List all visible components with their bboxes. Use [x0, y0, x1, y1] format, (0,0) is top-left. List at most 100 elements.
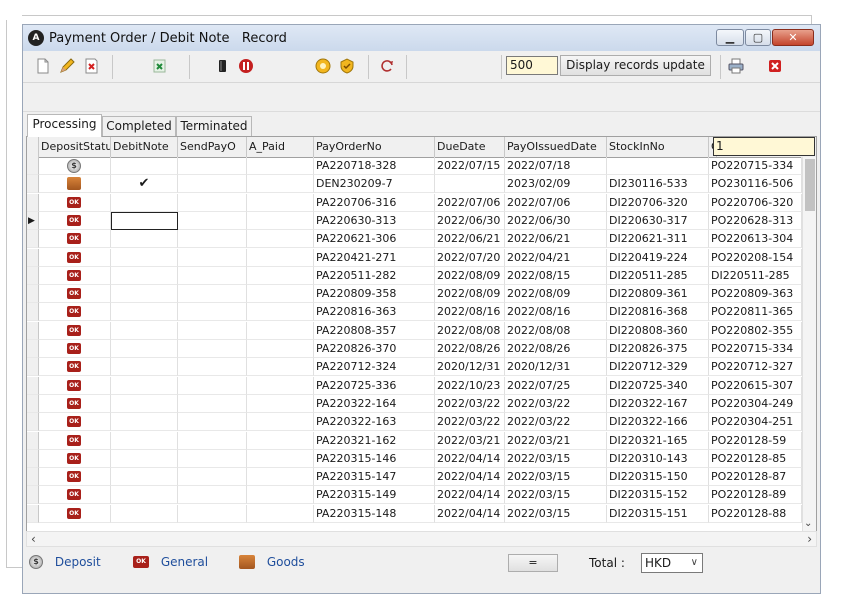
table-row[interactable]: OK PA220321-162 2022/03/21 2022/03/21 DI2203…	[27, 431, 802, 450]
issued-date-cell: 2022/07/18	[505, 157, 607, 175]
table-row[interactable]: OK PA220725-336 2022/10/23 2022/07/25 DI2207…	[27, 376, 802, 395]
table-row[interactable]: OK PA220315-147 2022/04/14 2022/03/15 DI2203…	[27, 468, 802, 487]
record-count-input[interactable]: 500	[506, 56, 558, 75]
background-window-edge	[22, 15, 812, 16]
vertical-scrollbar[interactable]: ⌄	[802, 157, 816, 531]
row-header[interactable]	[27, 248, 39, 267]
column-header[interactable]: SendPayO	[178, 137, 247, 157]
row-header[interactable]	[27, 358, 39, 377]
table-row[interactable]: OK PA220809-358 2022/08/09 2022/08/09 DI2208…	[27, 285, 802, 304]
due-date-cell: 2022/04/14	[435, 504, 505, 523]
c-cell: PO220615-307	[709, 376, 802, 395]
print-icon[interactable]	[728, 58, 744, 74]
stock-in-no-cell: DI220809-361	[607, 285, 709, 304]
deposit-status-cell: OK	[39, 230, 111, 249]
refresh-icon[interactable]	[379, 58, 395, 74]
edit-pencil-icon[interactable]	[59, 58, 75, 74]
table-row[interactable]: OK PA220421-271 2022/07/20 2022/04/21 DI2204…	[27, 248, 802, 267]
row-header[interactable]	[27, 157, 39, 175]
table-row[interactable]: ▶ OK PA220630-313 2022/06/30 2022/06/30 DI220…	[27, 211, 802, 230]
row-header[interactable]	[27, 504, 39, 523]
scroll-down-icon[interactable]: ⌄	[804, 518, 812, 529]
search-icon[interactable]	[315, 58, 331, 74]
row-header[interactable]	[27, 266, 39, 285]
table-row[interactable]: OK PA220511-282 2022/08/09 2022/08/15 DI2205…	[27, 266, 802, 285]
row-header[interactable]	[27, 193, 39, 212]
a-paid-cell	[247, 468, 314, 487]
maximize-button[interactable]: ▢	[745, 29, 771, 46]
table-row[interactable]: OK PA220706-316 2022/07/06 2022/07/06 DI2207…	[27, 193, 802, 212]
a-paid-cell	[247, 211, 314, 230]
c-cell: PO220802-355	[709, 321, 802, 340]
column-header[interactable]: DebitNote	[111, 137, 178, 157]
equals-button[interactable]: =	[508, 554, 558, 572]
horizontal-scrollbar[interactable]: ‹ ›	[26, 531, 817, 547]
approve-icon[interactable]	[339, 58, 355, 74]
row-header[interactable]	[27, 468, 39, 487]
title-bar[interactable]: A Payment Order / Debit Note Record ▁ ▢ …	[23, 25, 820, 51]
issued-date-cell: 2022/03/21	[505, 431, 607, 450]
column-header[interactable]: DepositStatus	[39, 137, 111, 157]
row-header[interactable]	[27, 175, 39, 194]
delete-record-icon[interactable]	[83, 58, 99, 74]
debit-note-cell	[111, 321, 178, 340]
row-header[interactable]	[27, 431, 39, 450]
row-header[interactable]	[27, 285, 39, 304]
due-date-cell: 2022/03/21	[435, 431, 505, 450]
close-red-icon[interactable]	[767, 58, 783, 74]
vertical-scroll-thumb[interactable]	[805, 159, 815, 211]
column-header[interactable]: A_Paid	[247, 137, 314, 157]
tab-processing[interactable]: Processing	[27, 114, 102, 137]
debit-note-cell: ✔	[111, 175, 178, 194]
goods-box-icon	[239, 554, 255, 569]
scroll-right-icon[interactable]: ›	[807, 532, 812, 546]
export-excel-icon[interactable]	[151, 58, 167, 74]
tab-terminated[interactable]: Terminated	[176, 116, 252, 136]
table-row[interactable]: $ PA220718-328 2022/07/15 2022/07/18 PO22071…	[27, 157, 802, 175]
table-row[interactable]: OK PA220712-324 2020/12/31 2020/12/31 DI2207…	[27, 358, 802, 377]
currency-select[interactable]: HKD ∨	[641, 553, 703, 573]
row-header[interactable]	[27, 230, 39, 249]
table-row[interactable]: OK PA220315-148 2022/04/14 2022/03/15 DI2203…	[27, 504, 802, 523]
filter-edit-cell[interactable]: 1	[713, 137, 815, 156]
a-paid-cell	[247, 449, 314, 468]
table-row[interactable]: OK PA220621-306 2022/06/21 2022/06/21 DI2206…	[27, 230, 802, 249]
new-document-icon[interactable]	[35, 58, 51, 74]
row-header[interactable]	[27, 449, 39, 468]
scroll-left-icon[interactable]: ‹	[31, 532, 36, 546]
table-row[interactable]: OK PA220826-370 2022/08/26 2022/08/26 DI2208…	[27, 340, 802, 358]
column-header[interactable]: StockInNo	[607, 137, 709, 157]
table-row[interactable]: ✔ DEN230209-7 2023/02/09 DI230116-533 PO2301…	[27, 175, 802, 194]
row-header[interactable]: ▶	[27, 211, 39, 230]
stock-in-no-cell: DI220419-224	[607, 248, 709, 267]
close-window-button[interactable]: ✕	[772, 29, 814, 46]
due-date-cell: 2020/12/31	[435, 358, 505, 377]
table-row[interactable]: OK PA220315-149 2022/04/14 2022/03/15 DI2203…	[27, 486, 802, 505]
table-row[interactable]: OK PA220322-163 2022/03/22 2022/03/22 DI2203…	[27, 413, 802, 432]
table-row[interactable]: OK PA220322-164 2022/03/22 2022/03/22 DI2203…	[27, 394, 802, 413]
column-header[interactable]: PayOrderNo	[314, 137, 435, 157]
stock-in-no-cell: DI220315-151	[607, 504, 709, 523]
column-header[interactable]: PayOIssuedDate	[505, 137, 607, 157]
stock-in-no-cell: DI220706-320	[607, 193, 709, 212]
row-header[interactable]	[27, 413, 39, 432]
table-row[interactable]: OK PA220315-146 2022/04/14 2022/03/15 DI2203…	[27, 449, 802, 468]
row-header[interactable]	[27, 321, 39, 340]
table-row[interactable]: OK PA220808-357 2022/08/08 2022/08/08 DI2208…	[27, 321, 802, 340]
legend-deposit-label: Deposit	[54, 554, 101, 569]
row-header[interactable]	[27, 303, 39, 322]
row-header[interactable]	[27, 394, 39, 413]
row-header[interactable]	[27, 340, 39, 358]
minimize-button[interactable]: ▁	[716, 29, 744, 46]
display-records-update-button[interactable]: Display records update	[560, 55, 711, 76]
send-pay-cell	[178, 376, 247, 395]
stock-in-no-cell: DI220315-150	[607, 468, 709, 487]
pause-icon[interactable]	[215, 58, 231, 74]
column-header[interactable]: DueDate	[435, 137, 505, 157]
row-header[interactable]	[27, 376, 39, 395]
send-pay-cell	[178, 266, 247, 285]
row-header[interactable]	[27, 486, 39, 505]
tab-completed[interactable]: Completed	[102, 116, 176, 136]
table-row[interactable]: OK PA220816-363 2022/08/16 2022/08/16 DI2208…	[27, 303, 802, 322]
stop-icon[interactable]	[238, 58, 254, 74]
